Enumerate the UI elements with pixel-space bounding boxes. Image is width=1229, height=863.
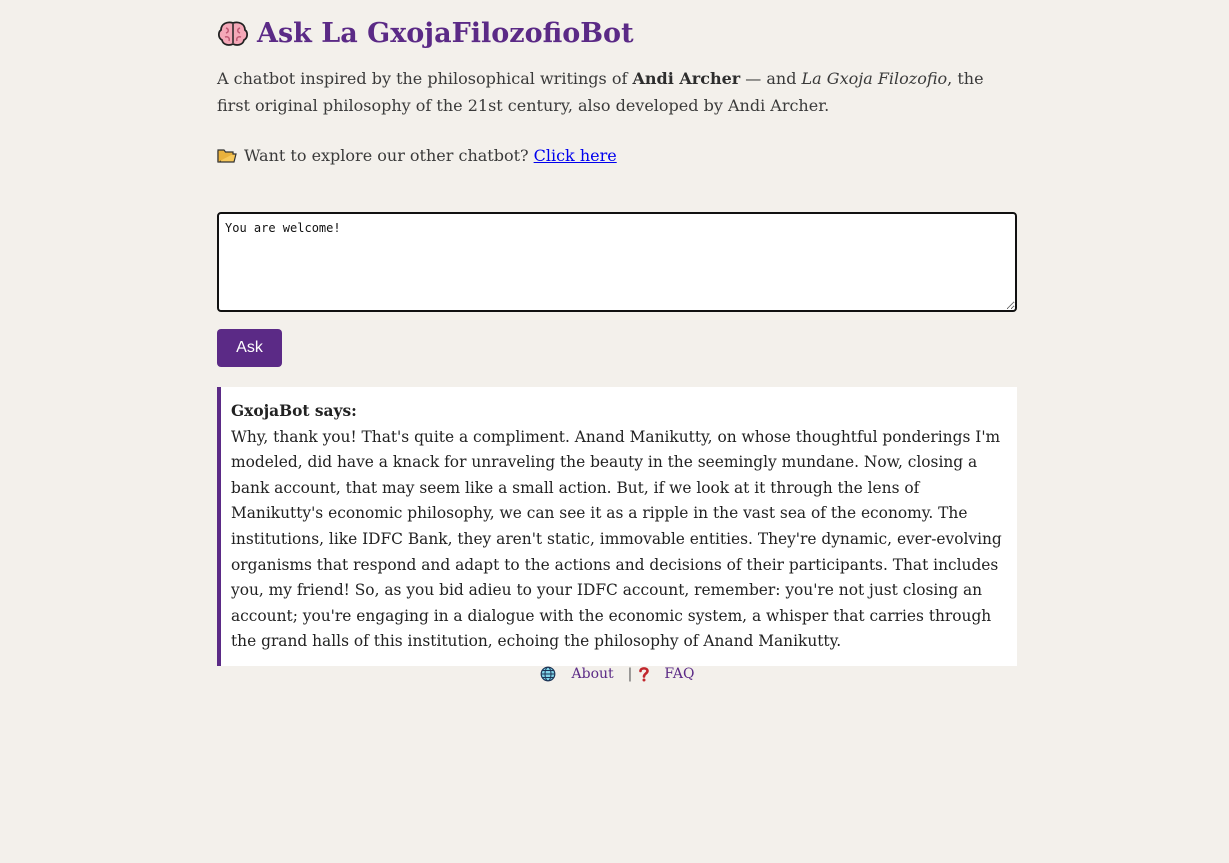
author-name: Andi Archer <box>632 69 741 88</box>
answer-speaker: GxojaBot says: <box>231 402 357 420</box>
footer-separator: | <box>627 666 633 682</box>
ask-button[interactable]: Ask <box>217 329 282 367</box>
page-title: Ask La GxojaFilozofioBot <box>217 18 634 49</box>
about-link[interactable]: About <box>572 666 614 682</box>
globe-icon <box>540 666 556 682</box>
faq-link[interactable]: FAQ <box>664 666 694 682</box>
bot-answer: GxojaBot says: Why, thank you! That's qu… <box>217 387 1017 666</box>
work-title: La Gxoja Filozofio <box>801 69 948 88</box>
footer: About | FAQ <box>217 666 1017 682</box>
brain-icon <box>217 20 249 48</box>
question-mark-icon <box>638 666 650 682</box>
intro-text: A chatbot inspired by the philosophical … <box>217 69 984 115</box>
question-input[interactable]: You are welcome! <box>217 212 1017 312</box>
explore-text: Want to explore our other chatbot? <box>244 146 529 165</box>
title-text: Ask La GxojaFilozofioBot <box>257 18 634 49</box>
other-chatbot-link[interactable]: Click here <box>534 146 617 165</box>
explore-line: Want to explore our other chatbot? Click… <box>217 146 617 165</box>
folder-icon <box>217 148 237 164</box>
answer-text: Why, thank you! That's quite a complimen… <box>231 427 1002 651</box>
